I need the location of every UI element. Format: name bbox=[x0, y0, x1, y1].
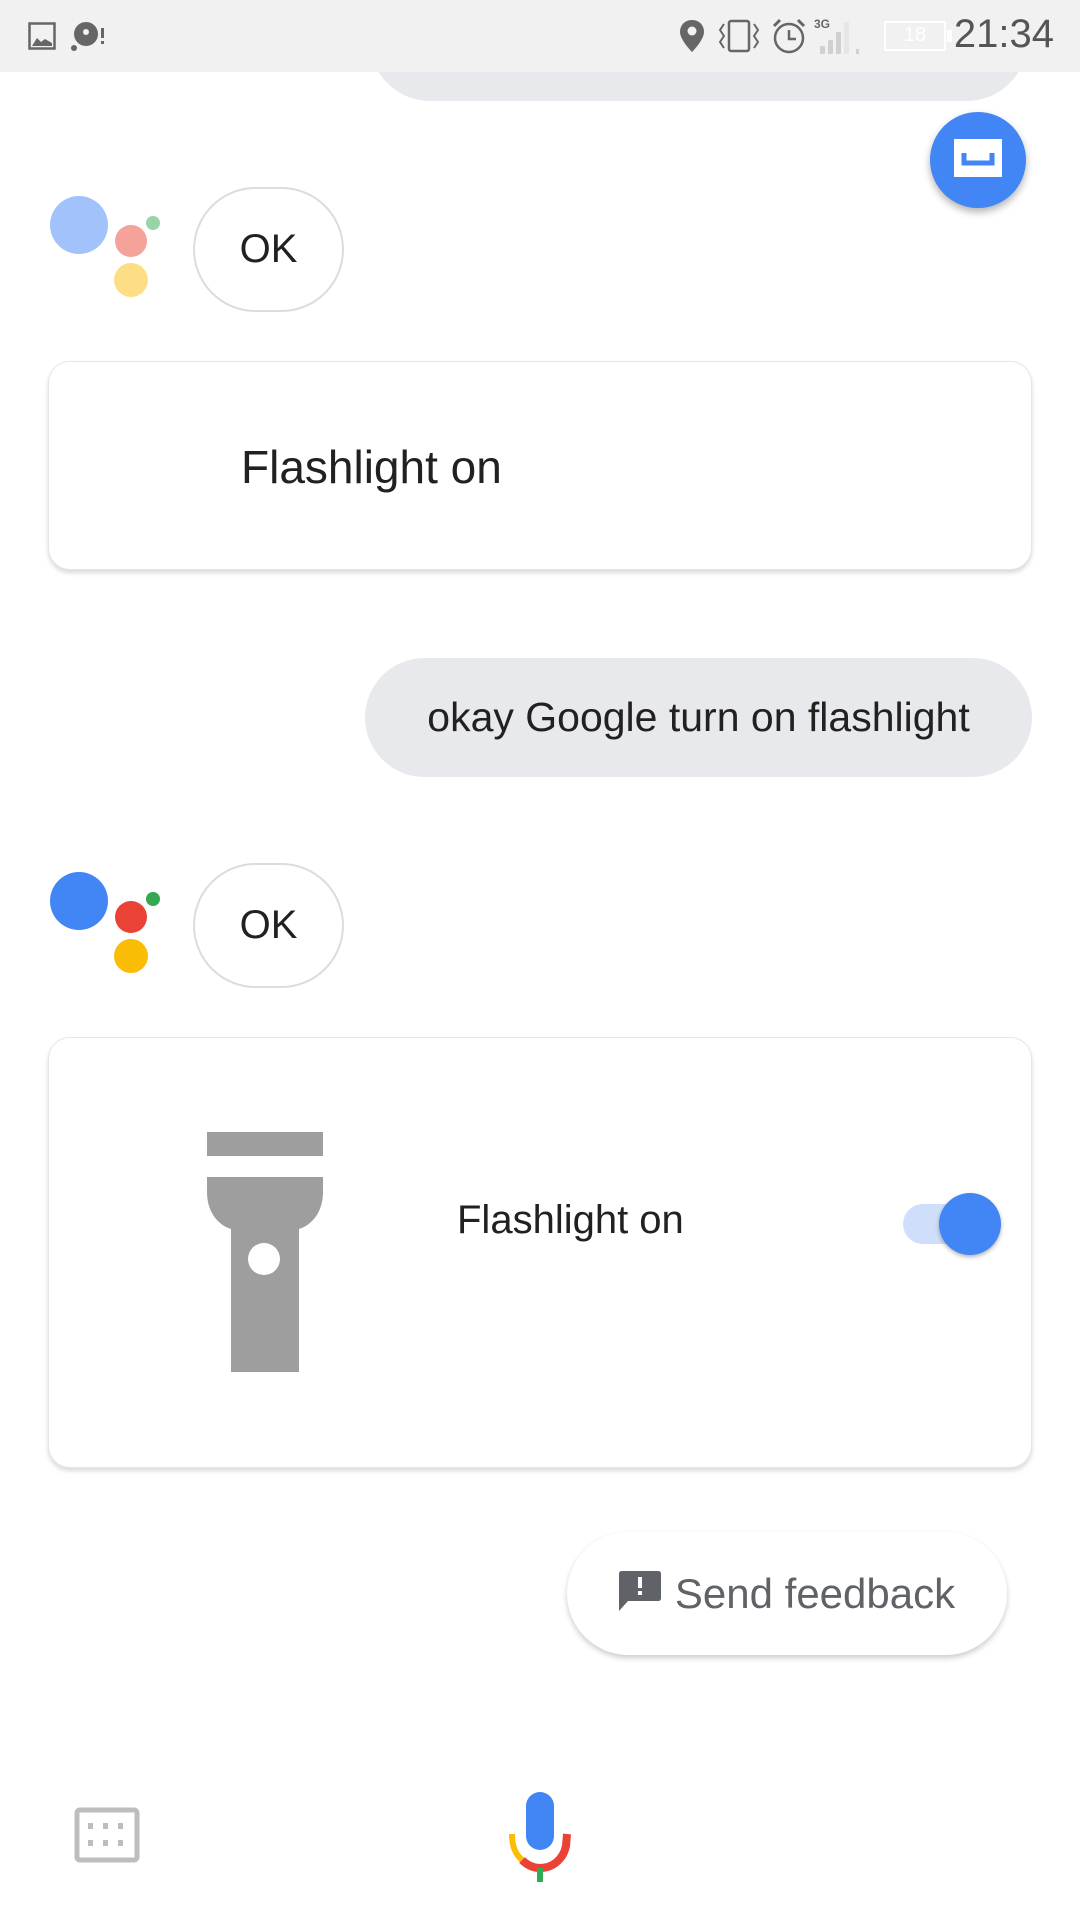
toggle-thumb[interactable] bbox=[939, 1193, 1001, 1255]
svg-text:3G: 3G bbox=[814, 17, 830, 31]
location-icon bbox=[678, 0, 706, 72]
alarm-icon bbox=[770, 0, 808, 72]
card-title: Flashlight on bbox=[457, 1198, 684, 1242]
assistant-ok-bubble: OK bbox=[193, 187, 344, 312]
vibrate-icon bbox=[716, 0, 762, 72]
flashlight-control-card: Flashlight on bbox=[48, 1037, 1032, 1468]
feedback-icon bbox=[618, 1571, 661, 1616]
card-title: Flashlight on bbox=[241, 441, 502, 493]
battery-level: 18 bbox=[903, 24, 927, 46]
battery-icon: 18 bbox=[884, 0, 952, 72]
send-feedback-label: Send feedback bbox=[674, 1569, 956, 1617]
keyboard-icon bbox=[74, 1807, 140, 1867]
assistant-reply-row: OK bbox=[0, 187, 1080, 317]
status-bar: 3G 18 21:34 bbox=[0, 0, 1080, 72]
user-query-bubble: okay Google turn on flashlight bbox=[365, 658, 1032, 777]
send-feedback-button[interactable]: Send feedback bbox=[567, 1532, 1007, 1655]
assistant-logo bbox=[48, 863, 168, 993]
flashlight-icon bbox=[207, 1132, 323, 1377]
assistant-logo-faded bbox=[48, 187, 168, 317]
signal-icon: 3G bbox=[814, 0, 872, 72]
assistant-reply-row: OK bbox=[0, 863, 1080, 993]
gallery-icon bbox=[28, 0, 56, 72]
snapshot-icon bbox=[954, 138, 1002, 182]
flashlight-result-card: Flashlight on bbox=[48, 361, 1032, 570]
mic-icon bbox=[506, 1792, 574, 1886]
flashlight-toggle[interactable] bbox=[853, 1189, 1001, 1259]
keyboard-button[interactable] bbox=[74, 1807, 142, 1863]
sync-alert-icon bbox=[70, 0, 108, 72]
clock: 21:34 bbox=[953, 12, 1054, 56]
assistant-ok-bubble: OK bbox=[193, 863, 344, 988]
mic-button[interactable] bbox=[506, 1790, 574, 1882]
